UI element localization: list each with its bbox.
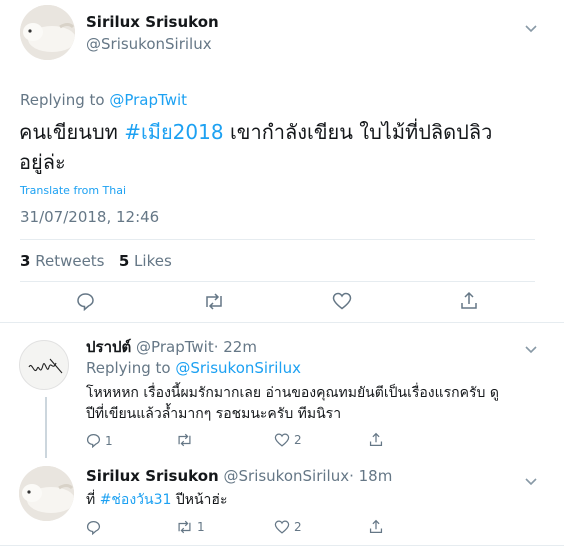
share-action[interactable] [369, 519, 383, 534]
reply-icon[interactable] [76, 292, 95, 315]
tweet-timestamp[interactable]: 31/07/2018, 12:46 [20, 208, 159, 226]
main-tweet-text: คนเขียนบท #เมีย2018 เขากำลังเขียน ใบไม้ท… [19, 117, 549, 177]
main-author-handle[interactable]: @SrisukonSirilux [86, 35, 212, 53]
retweet-action[interactable] [176, 433, 197, 447]
chevron-down-icon[interactable] [524, 472, 538, 491]
reply-header: Sirilux Srisukon @SrisukonSirilux· 18m [86, 467, 392, 485]
reply-author-handle[interactable]: @PrapTwit [136, 338, 214, 356]
retweet-icon [178, 433, 191, 447]
thread-line [45, 397, 47, 458]
reply-author-name[interactable]: ปราปต์ [86, 338, 131, 356]
replying-to-label: Replying to [20, 91, 105, 109]
reply-author-avatar[interactable] [19, 466, 74, 521]
tweet-text-line2: อยู่ล่ะ [19, 150, 66, 174]
reply-header: ปราปต์ @PrapTwit· 22m [86, 335, 257, 359]
retweet-icon [178, 520, 191, 534]
reply-author-avatar[interactable] [19, 340, 69, 390]
tweet-text-start: คนเขียนบท [19, 120, 118, 144]
reply-text-line2: ปีที่เขียนแล้วล้ำมากๆ รอชมนะครับ ทีมนิรา [86, 406, 342, 422]
divider [20, 239, 535, 240]
like-count: 2 [294, 433, 302, 447]
retweets-stat[interactable]: 3 Retweets [20, 252, 109, 270]
divider [20, 281, 535, 282]
divider [0, 322, 564, 323]
main-author-avatar[interactable] [20, 5, 75, 60]
retweets-label: Retweets [35, 252, 105, 270]
replying-to-label: Replying to [86, 359, 171, 377]
reply-to-mention[interactable]: @SrisukonSirilux [175, 359, 301, 377]
reply-action[interactable]: 1 [86, 433, 113, 448]
share-icon [369, 519, 383, 533]
like-icon[interactable] [332, 292, 352, 314]
translate-link[interactable]: Translate from Thai [20, 184, 126, 197]
hashtag-link[interactable]: #ช่องวัน31 [100, 492, 172, 508]
share-action[interactable] [369, 432, 383, 447]
likes-count: 5 [118, 252, 130, 270]
main-replying-to: Replying to @PrapTwit [20, 91, 187, 109]
reply-time[interactable]: · 22m [214, 338, 257, 356]
retweet-count: 1 [197, 520, 205, 534]
reply-icon [86, 520, 101, 535]
reply-text: ที่ #ช่องวัน31 ปีหน้าฮ่ะ [86, 490, 228, 511]
reply-author-handle[interactable]: @SrisukonSirilux [224, 467, 350, 485]
main-author-name[interactable]: Sirilux Srisukon [86, 13, 219, 31]
reply-count: 1 [105, 433, 113, 448]
like-icon [274, 520, 290, 534]
like-icon [274, 433, 290, 447]
likes-label: Likes [134, 252, 172, 270]
hashtag-link[interactable]: #เมีย2018 [124, 120, 223, 144]
reply-text: โหหหหก เรื่องนี้ผมรักมากเลย อ่านของคุณทม… [86, 383, 546, 425]
reply-action[interactable] [86, 520, 105, 535]
share-icon [369, 432, 383, 446]
likes-stat[interactable]: 5 Likes [119, 252, 172, 270]
retweets-count: 3 [20, 252, 31, 270]
share-icon[interactable] [460, 291, 478, 314]
retweet-action[interactable]: 1 [176, 520, 205, 534]
retweet-icon[interactable] [203, 293, 225, 314]
reply-author-name[interactable]: Sirilux Srisukon [86, 467, 219, 485]
like-count: 2 [294, 520, 302, 534]
reply-text-end: ปีหน้าฮ่ะ [175, 492, 228, 508]
like-action[interactable]: 2 [274, 433, 302, 447]
divider [0, 545, 564, 546]
chevron-down-icon[interactable] [524, 340, 538, 359]
reply-replying-to: Replying to @SrisukonSirilux [86, 359, 301, 377]
chevron-down-icon[interactable] [524, 19, 538, 38]
reply-to-mention[interactable]: @PrapTwit [109, 91, 187, 109]
reply-text-start: ที่ [86, 492, 96, 508]
tweet-stats: 3 Retweets 5 Likes [20, 252, 172, 270]
reply-time[interactable]: · 18m [349, 467, 392, 485]
tweet-text-end: เขากำลังเขียน ใบไม้ที่ปลิดปลิว [229, 120, 493, 144]
like-action[interactable]: 2 [274, 520, 302, 534]
reply-text-line1: โหหหหก เรื่องนี้ผมรักมากเลย อ่านของคุณทม… [86, 385, 499, 401]
reply-icon [86, 433, 101, 448]
